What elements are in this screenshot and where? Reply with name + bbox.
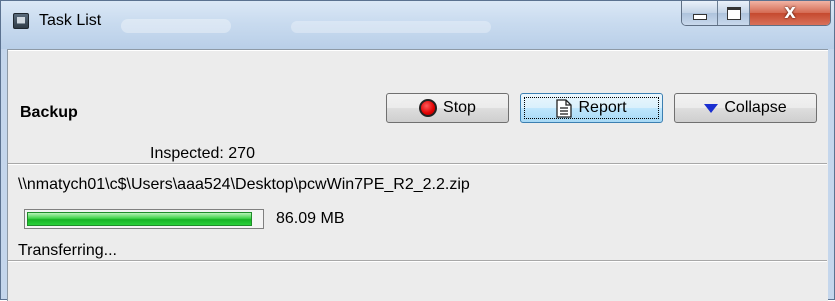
collapse-button-label: Collapse bbox=[724, 99, 787, 116]
stop-button-label: Stop bbox=[443, 99, 476, 116]
progress-bar bbox=[24, 209, 264, 229]
focus-rectangle bbox=[524, 97, 659, 119]
maximize-button[interactable] bbox=[718, 1, 750, 25]
panel-highlight bbox=[8, 50, 828, 51]
title-bar-background-blur bbox=[291, 21, 491, 33]
divider bbox=[8, 260, 827, 262]
title-bar-background-blur bbox=[121, 19, 231, 33]
stop-icon bbox=[419, 99, 438, 117]
inspected-status: Inspected: 270 bbox=[150, 145, 255, 163]
close-button[interactable]: X bbox=[750, 1, 830, 25]
inspected-label: Inspected: bbox=[150, 145, 224, 162]
transferred-size: 86.09 MB bbox=[276, 210, 345, 227]
close-icon: X bbox=[784, 4, 796, 22]
report-button[interactable]: Report bbox=[520, 93, 663, 123]
task-list-icon[interactable] bbox=[13, 13, 29, 29]
stop-button[interactable]: Stop bbox=[386, 93, 509, 123]
collapse-button[interactable]: Collapse bbox=[674, 93, 817, 123]
caption-buttons: X bbox=[681, 1, 831, 26]
inspected-count: 270 bbox=[228, 145, 255, 162]
title-bar[interactable]: Task List X bbox=[1, 1, 834, 49]
minimize-button[interactable] bbox=[682, 1, 718, 25]
triangle-down-icon bbox=[704, 103, 719, 113]
divider bbox=[8, 163, 827, 165]
task-panel: Backup Stop Report Collapse Inspected: 2… bbox=[7, 49, 828, 301]
task-name: Backup bbox=[20, 104, 78, 121]
maximize-icon bbox=[726, 6, 741, 20]
transfer-status: Transferring... bbox=[18, 242, 117, 259]
task-list-window: Task List X Backup Stop Report Collapse … bbox=[0, 0, 835, 301]
progress-fill bbox=[27, 212, 252, 226]
file-path: \\nmatych01\c$\Users\aaa524\Desktop\pcwW… bbox=[18, 176, 470, 193]
window-title: Task List bbox=[39, 12, 102, 29]
minimize-icon bbox=[692, 14, 707, 20]
